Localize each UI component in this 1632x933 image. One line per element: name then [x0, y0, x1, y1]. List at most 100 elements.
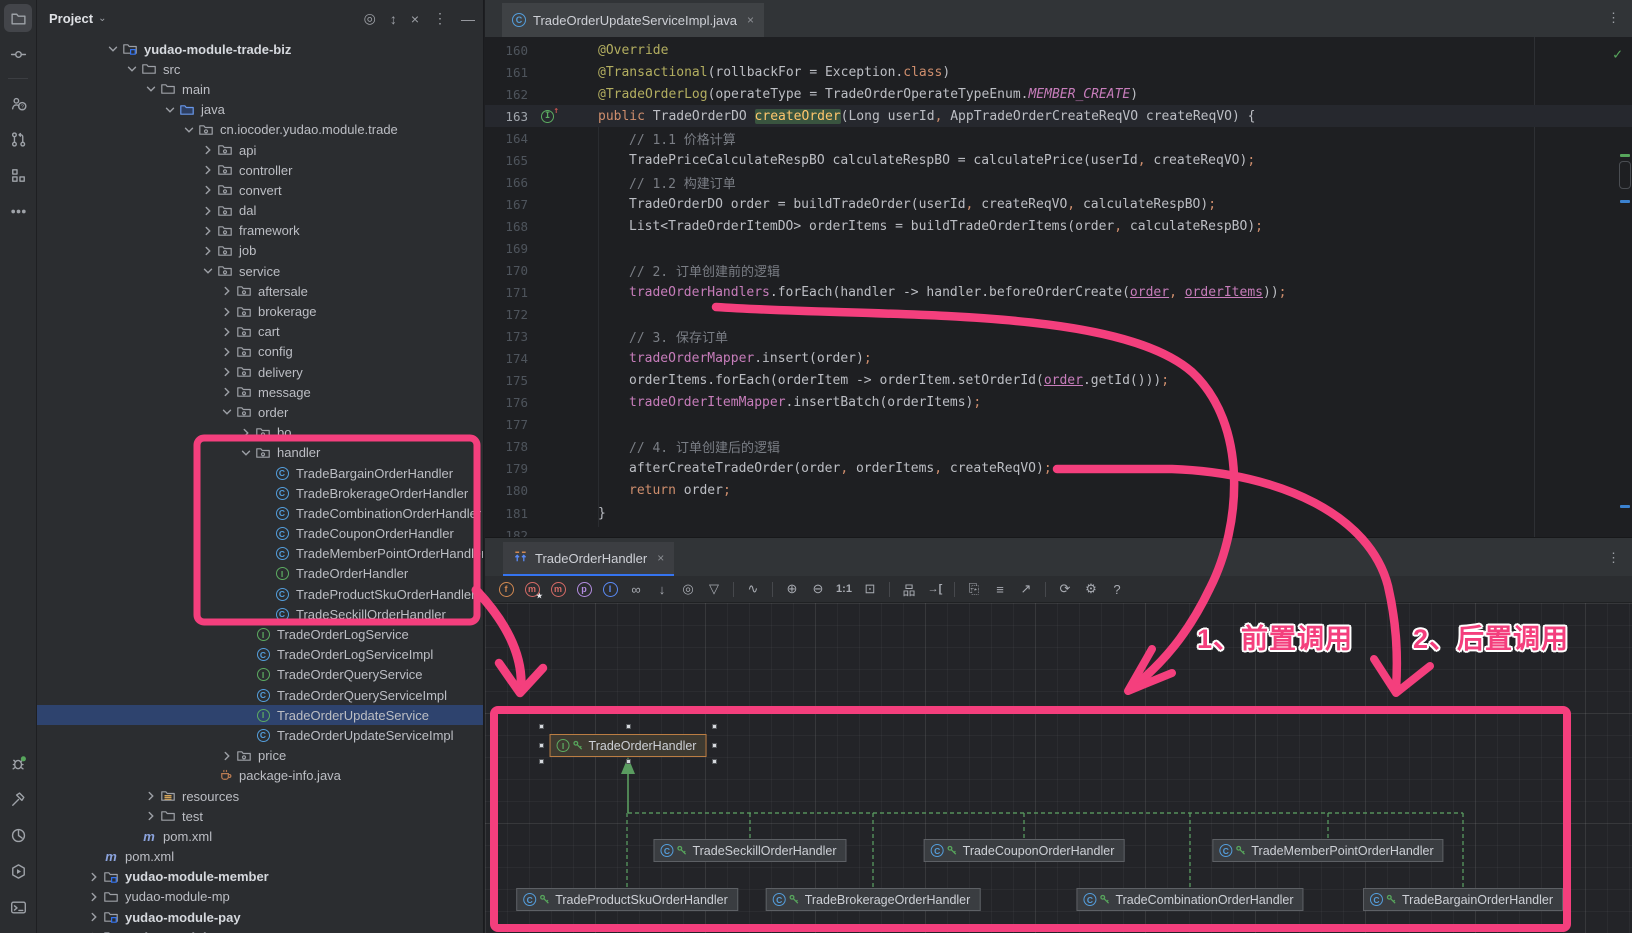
collapse-all-icon[interactable]: × — [411, 11, 419, 27]
selection-handle[interactable] — [626, 724, 631, 729]
code-line-168[interactable]: 168List<TradeOrderItemDO> orderItems = b… — [485, 215, 1632, 237]
tree-item-package-info-java[interactable]: package-info.java — [37, 766, 483, 786]
chevron-down-icon[interactable] — [199, 263, 216, 279]
diagram-tab[interactable]: TradeOrderHandler × — [503, 542, 674, 576]
tree-item-test[interactable]: test — [37, 806, 483, 826]
tree-item-yudao-module-pay[interactable]: yudao-module-pay — [37, 907, 483, 927]
tree-item-yudao-module-mp[interactable]: yudao-module-mp — [37, 887, 483, 907]
tree-item-tradeproductskuorderhandler[interactable]: CTradeProductSkuOrderHandler — [37, 584, 483, 604]
chevron-down-icon[interactable] — [142, 81, 159, 97]
actual-size-icon[interactable]: 1:1 — [833, 579, 855, 600]
collab-users-icon[interactable]: ? — [4, 89, 32, 117]
code-line-178[interactable]: 178// 4. 订单创建后的逻辑 — [485, 436, 1632, 458]
tree-item-tradecouponorderhandler[interactable]: CTradeCouponOrderHandler — [37, 524, 483, 544]
inner-classes-icon[interactable]: I — [599, 579, 621, 600]
tree-item-job[interactable]: job — [37, 241, 483, 261]
tree-item-service[interactable]: service — [37, 261, 483, 281]
tree-item-cart[interactable]: cart — [37, 322, 483, 342]
chevron-right-icon[interactable] — [85, 929, 102, 933]
chevron-right-icon[interactable] — [218, 344, 235, 360]
code-line-181[interactable]: 181} — [485, 502, 1632, 524]
tree-item-tradebargainorderhandler[interactable]: CTradeBargainOrderHandler — [37, 463, 483, 483]
terminal-icon[interactable] — [4, 893, 32, 921]
tree-item-tradeorderhandler[interactable]: ITradeOrderHandler — [37, 564, 483, 584]
chevron-down-icon[interactable] — [218, 404, 235, 420]
refresh-icon[interactable]: ⟳ — [1054, 579, 1076, 600]
tree-item-yudao-module-report[interactable]: yudao-module-report — [37, 927, 483, 933]
chevron-down-icon[interactable] — [161, 102, 178, 118]
filter-icon[interactable]: ▽ — [703, 579, 725, 600]
tree-item-tradeorderlogserviceimpl[interactable]: CTradeOrderLogServiceImpl — [37, 645, 483, 665]
tree-item-tradememberpointorderhandler[interactable]: CTradeMemberPointOrderHandler — [37, 544, 483, 564]
chevron-right-icon[interactable] — [85, 889, 102, 905]
zoom-in-icon[interactable]: ⊕ — [781, 579, 803, 600]
selection-handle[interactable] — [626, 759, 631, 764]
tree-item-cn-iocoder-yudao-module-trade[interactable]: cn.iocoder.yudao.module.trade — [37, 120, 483, 140]
chevron-right-icon[interactable] — [218, 304, 235, 320]
scope-icon[interactable]: ◎ — [677, 579, 699, 600]
code-line-160[interactable]: 160@Override — [485, 39, 1632, 61]
code-line-165[interactable]: 165TradePriceCalculateRespBO calculateRe… — [485, 149, 1632, 171]
tree-item-yudao-module-trade-biz[interactable]: yudao-module-trade-biz — [37, 39, 483, 59]
code-line-182[interactable]: 182 — [485, 524, 1632, 537]
route-edges-icon[interactable]: →[ — [924, 579, 946, 600]
chevron-right-icon[interactable] — [199, 142, 216, 158]
pull-requests-icon[interactable] — [4, 125, 32, 153]
dependencies-icon[interactable]: ∞ — [625, 579, 647, 600]
tree-item-resources[interactable]: resources — [37, 786, 483, 806]
diagram-node-tradecombinationorderhandler[interactable]: CTradeCombinationOrderHandler — [1076, 888, 1303, 911]
properties-icon[interactable]: p — [573, 579, 595, 600]
edge-creation-icon[interactable]: ∿ — [742, 579, 764, 600]
tree-item-tradeorderlogservice[interactable]: ITradeOrderLogService — [37, 624, 483, 644]
implements-gutter-icon[interactable]: I — [541, 110, 554, 123]
methods-icon[interactable]: m — [547, 579, 569, 600]
hide-panel-icon[interactable]: — — [461, 11, 475, 27]
code-line-176[interactable]: 176tradeOrderItemMapper.insertBatch(orde… — [485, 392, 1632, 414]
locate-icon[interactable]: ◎ — [364, 10, 376, 27]
code-line-173[interactable]: 173// 3. 保存订单 — [485, 326, 1632, 348]
tree-item-brokerage[interactable]: brokerage — [37, 301, 483, 321]
tree-item-tradeorderupdateserviceimpl[interactable]: CTradeOrderUpdateServiceImpl — [37, 725, 483, 745]
tree-item-handler[interactable]: handler — [37, 443, 483, 463]
selection-handle[interactable] — [539, 743, 544, 748]
selection-handle[interactable] — [712, 743, 717, 748]
settings-icon[interactable]: ⚙ — [1080, 579, 1102, 600]
more-tools-icon[interactable] — [4, 197, 32, 225]
code-line-161[interactable]: 161@Transactional(rollbackFor = Exceptio… — [485, 61, 1632, 83]
code-line-167[interactable]: 167TradeOrderDO order = buildTradeOrder(… — [485, 193, 1632, 215]
inspections-ok-icon[interactable]: ✓ — [1613, 45, 1622, 63]
methods-filter-icon[interactable]: m — [521, 579, 543, 600]
tree-item-aftersale[interactable]: aftersale — [37, 281, 483, 301]
tree-item-tradebrokerageorderhandler[interactable]: CTradeBrokerageOrderHandler — [37, 483, 483, 503]
tree-item-tradeseckillorderhandler[interactable]: CTradeSeckillOrderHandler — [37, 604, 483, 624]
export-icon[interactable]: ↗ — [1015, 579, 1037, 600]
profiler-icon[interactable] — [4, 821, 32, 849]
chevron-right-icon[interactable] — [199, 203, 216, 219]
debug-icon[interactable] — [4, 749, 32, 777]
code-line-169[interactable]: 169 — [485, 237, 1632, 259]
diagram-node-tradeseckillorderhandler[interactable]: CTradeSeckillOrderHandler — [653, 839, 846, 862]
help-icon[interactable]: ? — [1106, 579, 1128, 600]
editor-tab[interactable]: C TradeOrderUpdateServiceImpl.java × — [502, 3, 764, 37]
tree-item-api[interactable]: api — [37, 140, 483, 160]
copy-diagram-icon[interactable]: ⎘ — [963, 579, 985, 600]
tree-item-yudao-module-member[interactable]: yudao-module-member — [37, 867, 483, 887]
tree-item-tradecombinationorderhandler[interactable]: CTradeCombinationOrderHandler — [37, 503, 483, 523]
fields-icon[interactable]: f — [495, 579, 517, 600]
chevron-right-icon[interactable] — [142, 788, 159, 804]
tree-item-message[interactable]: message — [37, 382, 483, 402]
tree-item-dal[interactable]: dal — [37, 201, 483, 221]
chevron-down-icon[interactable] — [180, 122, 197, 138]
panel-more-icon[interactable]: ⋮ — [1607, 550, 1620, 566]
code-line-180[interactable]: 180return order; — [485, 480, 1632, 502]
chevron-right-icon[interactable] — [199, 182, 216, 198]
tree-item-controller[interactable]: controller — [37, 160, 483, 180]
code-line-162[interactable]: 162@TradeOrderLog(operateType = TradeOrd… — [485, 83, 1632, 105]
tree-item-tradeorderqueryserviceimpl[interactable]: CTradeOrderQueryServiceImpl — [37, 685, 483, 705]
editor-scrollbar[interactable] — [1619, 161, 1631, 189]
apply-layout-icon[interactable]: 品 — [898, 579, 920, 600]
chevron-right-icon[interactable] — [199, 223, 216, 239]
code-line-175[interactable]: 175orderItems.forEach(orderItem -> order… — [485, 370, 1632, 392]
diagram-node-tradeproductskuorderhandler[interactable]: CTradeProductSkuOrderHandler — [516, 888, 738, 911]
tabbar-more-icon[interactable]: ⋮ — [1607, 10, 1620, 26]
